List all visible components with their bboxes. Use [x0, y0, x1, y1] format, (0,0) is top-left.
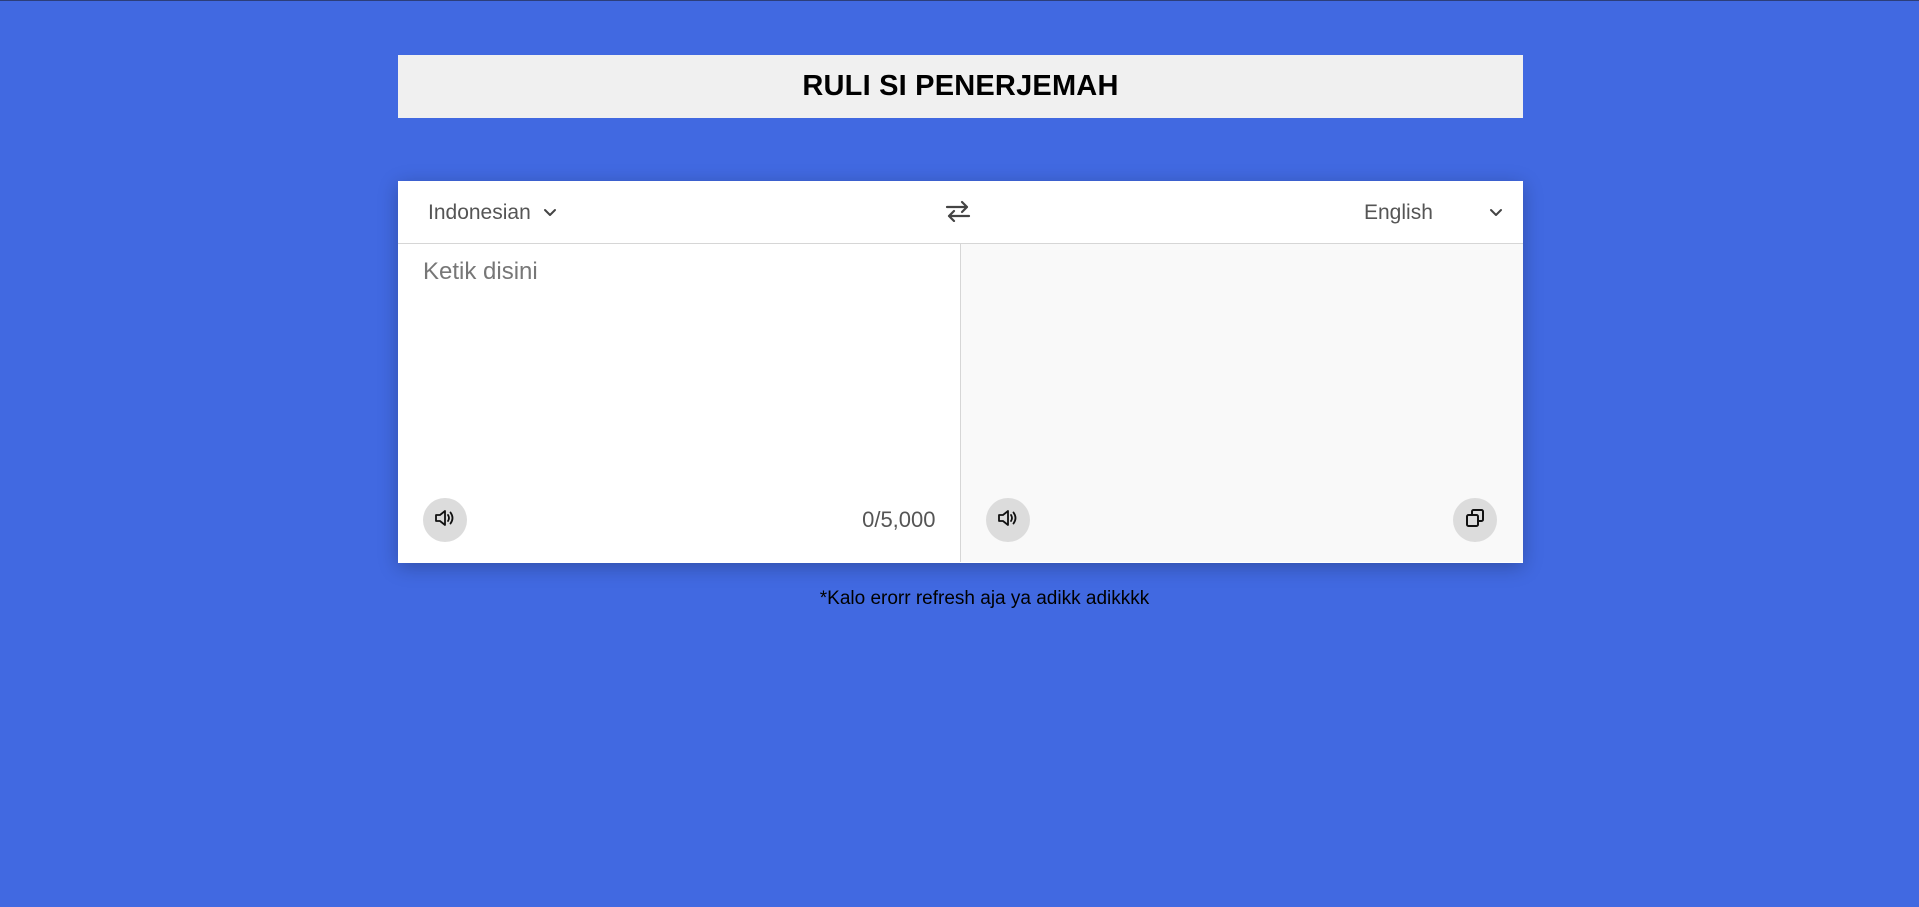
copy-icon [1465, 508, 1485, 533]
swap-languages-button[interactable] [944, 199, 972, 227]
speaker-icon [434, 508, 456, 533]
language-controls: Indonesian English [398, 181, 1523, 244]
source-language-select[interactable]: Indonesian [428, 181, 557, 244]
source-speak-button[interactable] [423, 498, 467, 542]
page-title: RULI SI PENERJEMAH [802, 70, 1119, 102]
text-panels: 0/5,000 [398, 244, 1523, 562]
chevron-down-icon [543, 208, 557, 218]
footer-note: *Kalo erorr refresh aja ya adikk adikkkk [819, 588, 1150, 609]
source-text-input[interactable] [398, 244, 960, 484]
target-language-select[interactable]: English [1364, 181, 1503, 244]
copy-button[interactable] [1452, 498, 1497, 542]
target-language-label: English [1364, 200, 1433, 224]
translator-card: Indonesian English Ketik disini 0/5,000 [398, 181, 1523, 563]
chevron-down-icon [1489, 208, 1503, 218]
character-counter: 0/5,000 [862, 507, 936, 532]
speaker-icon [997, 508, 1019, 533]
target-panel [960, 244, 1523, 562]
source-panel: 0/5,000 [398, 244, 961, 562]
source-language-label: Indonesian [428, 200, 531, 224]
app-header: RULI SI PENERJEMAH [398, 55, 1523, 118]
target-speak-button[interactable] [985, 498, 1030, 542]
swap-arrows-icon [945, 200, 971, 227]
